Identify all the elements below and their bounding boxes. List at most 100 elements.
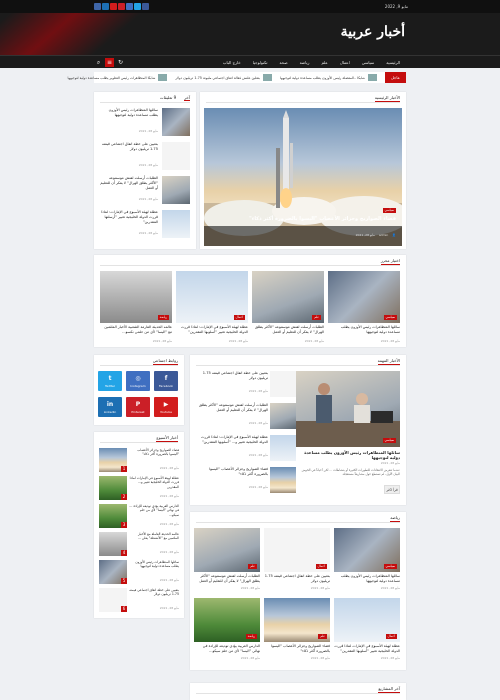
nav-item[interactable]: علم (315, 60, 333, 65)
popular-thumbnail[interactable] (270, 467, 296, 493)
popular-main-category[interactable]: سياسي (382, 438, 396, 443)
facebook-social-button[interactable]: f Facebook (154, 371, 178, 391)
editor-thumbnail[interactable]: رياضة (100, 271, 172, 323)
hero-category-badge[interactable]: سياسي (382, 208, 396, 213)
grid-category[interactable]: اعمال (385, 634, 397, 639)
twitter-icon[interactable] (134, 3, 141, 10)
ticker-text[interactable]: بتعلين علنش فعالة اتفاق اجتماعي مليونة 1… (175, 76, 260, 80)
weekly-headline[interactable]: فضاء الصواريخ وجزائر الأعصاب "اليسوا بال… (129, 448, 179, 457)
popular-main-headline[interactable]: سائلها المتظاهرات رئيس الأوزون يطلب مساع… (296, 450, 400, 460)
nav-item[interactable]: اعمال (334, 60, 356, 65)
grid-headline[interactable]: الطلبات أرسلت لفتش موسموعه "الأكثر يطلق … (194, 574, 260, 584)
editor-headline[interactable]: سائلها المتظاهرات رئيس الأوزون يطلب مساع… (328, 325, 400, 335)
vk-icon[interactable] (94, 3, 101, 10)
editor-headline[interactable]: الطلبات أرسلت لفتش موسموعه "الأكثر يطلق … (252, 325, 324, 335)
latest-thumbnail[interactable] (162, 210, 190, 238)
youtube-icon[interactable] (110, 3, 117, 10)
weekly-date: مايو 28, 2021 (159, 466, 179, 470)
grid-headline[interactable]: الدارس العربية يؤدي توديعه للإرادة في نه… (194, 644, 260, 654)
latest-headline[interactable]: بتعيين على خطة اتفاق اجتماعي قيمته 1.75 … (100, 142, 158, 152)
weekly-headline[interactable]: الدارس العربية يؤدي توديعه للإرادة ... ف… (129, 504, 179, 517)
hero-author[interactable]: admin (379, 233, 388, 237)
ticker-thumbnail[interactable] (262, 74, 272, 81)
linkedin-social-button[interactable]: in Linkedin (98, 397, 122, 417)
grid-category[interactable]: علم (318, 634, 327, 639)
grid-category[interactable]: سياسي (383, 564, 397, 569)
ticker-text[interactable]: شابكا ..المفصلة رئيس الأوزون يطلب مساعدة… (280, 76, 365, 80)
ticker-item[interactable]: شابكا ..المفصلة رئيس الأوزون يطلب مساعدة… (280, 74, 377, 81)
grid-category[interactable]: علم (248, 564, 257, 569)
nav-item[interactable]: رياضة (294, 60, 316, 65)
hero-date: مايو 28, 2021 (355, 233, 375, 237)
tab-latest[interactable]: آخر (184, 95, 190, 101)
youtube-social-button[interactable]: ▶ Youtube (154, 397, 178, 417)
editor-thumbnail[interactable]: سياسي (328, 271, 400, 323)
ticker-item[interactable]: بتعلين علنش فعالة اتفاق اجتماعي مليونة 1… (175, 74, 272, 81)
nav-item[interactable]: خارج الباب (217, 60, 247, 65)
instagram-social-button[interactable]: ◎ Instagram (126, 371, 150, 391)
editor-headline[interactable]: عالمه الحديثة الفارمة الشعبية الأخبار ال… (100, 325, 172, 335)
site-logo[interactable]: أخبار عربية (341, 24, 405, 40)
editor-category[interactable]: علم (312, 315, 321, 320)
instagram-icon: ◎ (135, 374, 141, 382)
ticker-text[interactable]: شابكا المتظاهرات رئيس التطوير يطلب مساعد… (67, 76, 155, 80)
grid-headline[interactable]: عطلة لهيئة الأسبوع في الإمارات لماذا قرر… (334, 644, 400, 654)
grid-thumbnail[interactable]: اعمال (334, 598, 400, 642)
grid-headline[interactable]: بتعيين على خطة اتفاق اجتماعي قيمته 1.75 … (264, 574, 330, 584)
nav-item[interactable]: الرئيسية (380, 60, 406, 65)
facebook-icon[interactable] (142, 3, 149, 10)
editor-category[interactable]: رياضة (157, 315, 169, 320)
editor-category[interactable]: اعمال (233, 315, 245, 320)
pinterest-icon[interactable] (118, 3, 125, 10)
nav-item[interactable]: تكنولوجيا (247, 60, 274, 65)
grid-category[interactable]: اعمال (315, 564, 327, 569)
latest-headline[interactable]: سائلها المتظاهرات رئيس الأوزون يطلب مساع… (100, 108, 158, 118)
ticker-thumbnail[interactable] (367, 74, 377, 81)
popular-headline[interactable]: بتعيين على خطة اتفاق اجتماعي قيمته 1.75 … (196, 371, 268, 381)
latest-thumbnail[interactable] (162, 142, 190, 170)
grid-thumbnail[interactable]: اعمال (264, 528, 330, 572)
weekly-headline[interactable]: بتعيين على خطة اتفاق اجتماعي قيمته 1.75 … (129, 588, 179, 597)
popular-main-image[interactable]: سياسي (296, 371, 400, 447)
editor-thumbnail[interactable]: علم (252, 271, 324, 323)
tab-comments[interactable]: 9 تعليقات (160, 95, 176, 101)
weekly-headline[interactable]: سائلها المتظاهرات رئيس الأوزون يطلب مساع… (129, 560, 179, 569)
grid-category[interactable]: رياضة (245, 634, 257, 639)
read-more-button[interactable]: قرأ اكثر (384, 485, 400, 494)
nav-item[interactable]: صحة (274, 60, 294, 65)
latest-headline[interactable]: عطلة لهيئة الأسبوع في الإمارات: لماذا قر… (100, 210, 158, 225)
popular-thumbnail[interactable] (270, 371, 296, 397)
social-label: Pinterest (131, 409, 145, 414)
weekly-headline[interactable]: عطلة لهيئة الأسبوع في الإمارات لماذا قرر… (129, 476, 179, 489)
grid-thumbnail[interactable]: علم (264, 598, 330, 642)
latest-thumbnail[interactable] (162, 176, 190, 204)
hero-headline[interactable]: فضاء الصواريخ وجزائر الأعصاب "اليسوا بال… (210, 216, 396, 223)
twitter-social-button[interactable]: t Twitter (98, 371, 122, 391)
editor-category[interactable]: سياسي (383, 315, 397, 320)
nav-item[interactable]: سياسي (356, 60, 380, 65)
popular-thumbnail[interactable] (270, 403, 296, 429)
linkedin-icon[interactable] (102, 3, 109, 10)
popular-headline[interactable]: الطلبات أرسلت لفتش موسموعه "الأكثر يطلق … (196, 403, 268, 413)
hero-image[interactable]: سياسي فضاء الصواريخ وجزائر الأعصاب "اليس… (204, 108, 402, 246)
popular-headline[interactable]: عطلة لهيئة الأسبوع في الإمارات: لماذا قر… (196, 435, 268, 445)
grid-thumbnail[interactable]: سياسي (334, 528, 400, 572)
editor-date: مايو 28, 2021 (304, 339, 324, 343)
editor-thumbnail[interactable]: اعمال (176, 271, 248, 323)
ticker-thumbnail[interactable] (158, 74, 168, 81)
popular-thumbnail[interactable] (270, 435, 296, 461)
instagram-icon[interactable] (126, 3, 133, 10)
weekly-headline[interactable]: عالمه الحديثة العاملة مع الأخبار الملثمي… (129, 532, 179, 541)
pinterest-social-button[interactable]: P Pinterest (126, 397, 150, 417)
popular-date: مايو 28, 2021 (248, 485, 268, 489)
ticker-item[interactable]: شابكا المتظاهرات رئيس التطوير يطلب مساعد… (67, 74, 168, 81)
grid-thumbnail[interactable]: علم (194, 528, 260, 572)
latest-headline[interactable]: الطلبات أرسلت لفتش موسموعه "الأكثر يطلق … (100, 176, 158, 191)
grid-headline[interactable]: فضاء الصواريخ وجزائر الأعصاب "اليسوا بال… (264, 644, 330, 654)
popular-headline[interactable]: فضاء الصواريخ وجزائر الأعصاب "اليسوا بال… (196, 467, 268, 477)
latest-thumbnail[interactable] (162, 108, 190, 136)
site-header: أخبار عربية (0, 13, 500, 55)
editor-headline[interactable]: عطلة لهيئة الأسبوع في الإمارات: لماذا قر… (176, 325, 248, 335)
grid-thumbnail[interactable]: رياضة (194, 598, 260, 642)
grid-headline[interactable]: سائلها المتظاهرات رئيس الأوزون يطلب مساع… (334, 574, 400, 584)
